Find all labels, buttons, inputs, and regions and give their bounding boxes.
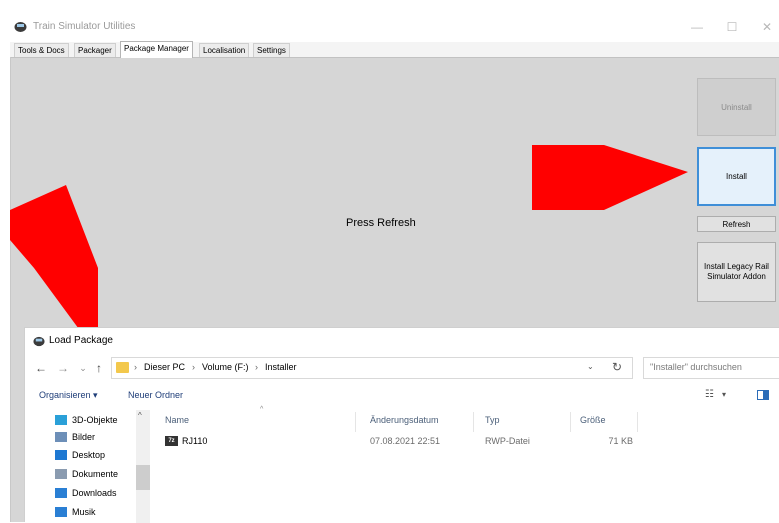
column-header-type[interactable]: Typ	[485, 415, 500, 425]
train-app-icon	[33, 336, 45, 347]
column-divider[interactable]	[637, 412, 638, 432]
package-list-area	[11, 57, 779, 327]
tab-packager[interactable]: Packager	[74, 43, 116, 57]
tab-localisation[interactable]: Localisation	[199, 43, 250, 57]
search-input[interactable]: "Installer" durchsuchen	[643, 357, 779, 379]
window-title: Train Simulator Utilities	[33, 21, 136, 32]
command-bar: Organisieren ▾ Neuer Ordner ☷ ▾	[25, 386, 779, 408]
preview-pane-icon[interactable]	[757, 390, 769, 400]
folder-icon	[116, 362, 129, 373]
nav-item-3d-objekte[interactable]: 3D-Objekte	[55, 412, 118, 428]
uninstall-button[interactable]: Uninstall	[697, 78, 776, 136]
chevron-down-icon[interactable]: ▾	[722, 390, 726, 399]
nav-item-label: Musik	[72, 507, 96, 517]
breadcrumb-separator: ›	[134, 362, 137, 372]
load-package-dialog: Load Package ← → ⌄ ↑ › Dieser PC › Volum…	[24, 327, 779, 523]
install-button[interactable]: Install	[697, 147, 776, 206]
archive-file-icon: 7z	[165, 436, 178, 446]
dialog-title: Load Package	[49, 335, 113, 346]
breadcrumb-dieser-pc[interactable]: Dieser PC	[144, 362, 185, 372]
nav-item-label: Dokumente	[72, 469, 119, 479]
minimize-button[interactable]: —	[685, 18, 709, 36]
refresh-button[interactable]: Refresh	[697, 216, 776, 232]
pictures-icon	[55, 432, 67, 442]
recent-locations-icon[interactable]: ⌄	[75, 360, 91, 376]
music-icon	[55, 507, 67, 517]
nav-item-musik[interactable]: Musik	[55, 504, 96, 520]
breadcrumb-volume[interactable]: Volume (F:)	[202, 362, 249, 372]
file-modified: 07.08.2021 22:51	[370, 436, 441, 446]
column-divider[interactable]	[473, 412, 474, 432]
column-header-name[interactable]: Name	[165, 415, 189, 425]
new-folder-button[interactable]: Neuer Ordner	[128, 390, 183, 400]
train-app-icon	[14, 22, 27, 32]
file-type: RWP-Datei	[485, 436, 530, 446]
column-divider[interactable]	[355, 412, 356, 432]
3d-objects-icon	[55, 415, 67, 425]
breadcrumb-separator: ›	[255, 362, 258, 372]
nav-item-desktop[interactable]: Desktop	[55, 447, 105, 463]
up-folder-icon[interactable]: ↑	[91, 360, 107, 376]
tab-tools-docs[interactable]: Tools & Docs	[14, 43, 69, 57]
downloads-icon	[55, 488, 67, 498]
nav-item-label: 3D-Objekte	[72, 415, 118, 425]
nav-item-downloads[interactable]: Downloads	[55, 485, 117, 501]
address-bar[interactable]: › Dieser PC › Volume (F:) › Installer ⌄ …	[111, 357, 633, 379]
status-text: Press Refresh	[346, 217, 416, 229]
nav-item-label: Bilder	[72, 432, 96, 442]
column-divider[interactable]	[570, 412, 571, 432]
nav-item-label: Downloads	[72, 488, 117, 498]
sort-caret-icon: ^	[260, 406, 264, 413]
desktop-icon	[55, 450, 67, 460]
file-size: 71 KB	[608, 436, 633, 446]
maximize-button[interactable]: ☐	[720, 18, 744, 36]
install-legacy-addon-button[interactable]: Install Legacy Rail Simulator Addon	[697, 242, 776, 302]
view-options-icon[interactable]: ☷	[705, 389, 714, 400]
breadcrumb-separator: ›	[192, 362, 195, 372]
organize-menu-button[interactable]: Organisieren ▾	[39, 390, 98, 401]
breadcrumb-installer[interactable]: Installer	[265, 362, 297, 372]
scrollbar-thumb[interactable]	[136, 465, 150, 490]
navigation-bar: ← → ⌄ ↑ › Dieser PC › Volume (F:) › Inst…	[25, 354, 779, 384]
tab-settings[interactable]: Settings	[253, 43, 290, 57]
file-name[interactable]: RJ110	[182, 436, 207, 446]
tab-package-manager[interactable]: Package Manager	[120, 41, 193, 58]
documents-icon	[55, 469, 67, 479]
forward-icon[interactable]: →	[55, 360, 71, 376]
refresh-icon[interactable]: ↻	[612, 360, 622, 374]
back-icon[interactable]: ←	[33, 360, 49, 376]
chevron-down-icon[interactable]: ⌄	[587, 362, 594, 371]
navigation-pane: 3D-Objekte Bilder Desktop Dokumente Down…	[25, 410, 150, 523]
column-header-modified[interactable]: Änderungsdatum	[370, 415, 439, 425]
column-header-size[interactable]: Größe	[580, 415, 606, 425]
close-button[interactable]: ✕	[755, 18, 779, 36]
nav-item-label: Desktop	[72, 450, 106, 460]
nav-item-bilder[interactable]: Bilder	[55, 429, 95, 445]
nav-item-dokumente[interactable]: Dokumente	[55, 466, 118, 482]
search-placeholder: "Installer" durchsuchen	[650, 362, 742, 372]
scroll-up-icon[interactable]: ^	[138, 411, 142, 420]
